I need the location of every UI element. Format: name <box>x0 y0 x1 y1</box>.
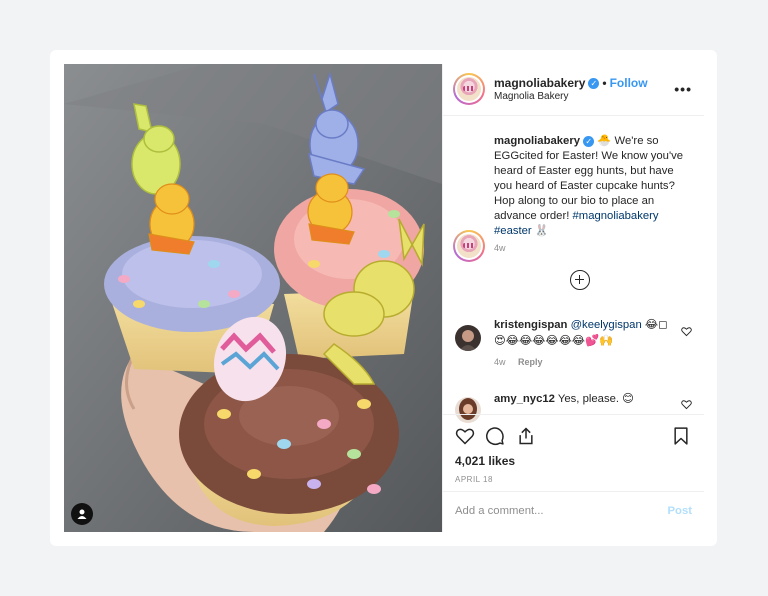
location-link[interactable]: Magnolia Bakery <box>494 91 568 102</box>
comment-time: 4w <box>494 357 506 367</box>
post-header: magnoliabakery ✓ • Follow Magnolia Baker… <box>443 64 704 116</box>
post-date[interactable]: APRIL 18 <box>455 475 493 484</box>
comment-heart-icon[interactable] <box>681 399 692 410</box>
comment-text: Yes, please. 😊 <box>557 393 634 405</box>
share-icon[interactable] <box>516 426 536 446</box>
comment-icon[interactable] <box>485 426 505 446</box>
post-comment-button[interactable]: Post <box>668 505 692 517</box>
hashtag-easter[interactable]: #easter <box>494 225 532 237</box>
avatar-photo <box>455 397 481 423</box>
reply-button[interactable]: Reply <box>518 357 543 367</box>
caption-emoji: 🐣 <box>597 135 612 147</box>
person-icon <box>77 509 87 519</box>
post-photo[interactable] <box>64 64 442 532</box>
follow-button[interactable]: Follow <box>610 76 648 90</box>
separator-dot: • <box>602 76 607 90</box>
comment-text-emojis: 😍😂😂😂😂😂😂💕🙌 <box>494 335 614 347</box>
commenter-avatar[interactable] <box>455 397 481 423</box>
bookmark-icon[interactable] <box>671 426 691 446</box>
caption-avatar[interactable] <box>453 230 485 262</box>
verified-badge-icon: ✓ <box>588 77 600 89</box>
divider <box>443 414 704 415</box>
comment-text: 😂◻ <box>644 319 668 331</box>
caption-text: We're so EGGcited for Easter! We know yo… <box>494 135 684 222</box>
verified-badge-icon: ✓ <box>583 136 595 147</box>
add-comment-bar: Add a comment... Post <box>443 491 704 532</box>
caption-username[interactable]: magnoliabakery <box>494 135 580 147</box>
comment-mention[interactable]: @keelygispan <box>571 319 642 331</box>
author-avatar[interactable] <box>453 73 485 105</box>
author-username[interactable]: magnoliabakery <box>494 76 585 90</box>
likes-count[interactable]: 4,021 likes <box>455 454 515 468</box>
caption-time: 4w <box>494 243 506 253</box>
hashtag-magnoliabakery[interactable]: #magnoliabakery <box>573 210 659 222</box>
comment-username[interactable]: amy_nyc12 <box>494 393 555 405</box>
tagged-user-button[interactable] <box>71 503 93 525</box>
avatar-photo <box>455 325 481 351</box>
cupcakes-image <box>64 64 442 532</box>
comment-heart-icon[interactable] <box>681 326 692 337</box>
more-options-icon[interactable]: ••• <box>674 81 692 97</box>
post-sidebar: magnoliabakery ✓ • Follow Magnolia Baker… <box>442 64 704 532</box>
heart-icon[interactable] <box>455 426 475 446</box>
instagram-post-card: magnoliabakery ✓ • Follow Magnolia Baker… <box>50 50 717 546</box>
commenter-avatar[interactable] <box>455 325 481 351</box>
comment-input[interactable]: Add a comment... <box>455 505 544 517</box>
load-more-comments-button[interactable] <box>570 270 590 290</box>
comment-username[interactable]: kristengispan <box>494 319 567 331</box>
hashtag-emoji: 🐰 <box>534 225 549 237</box>
